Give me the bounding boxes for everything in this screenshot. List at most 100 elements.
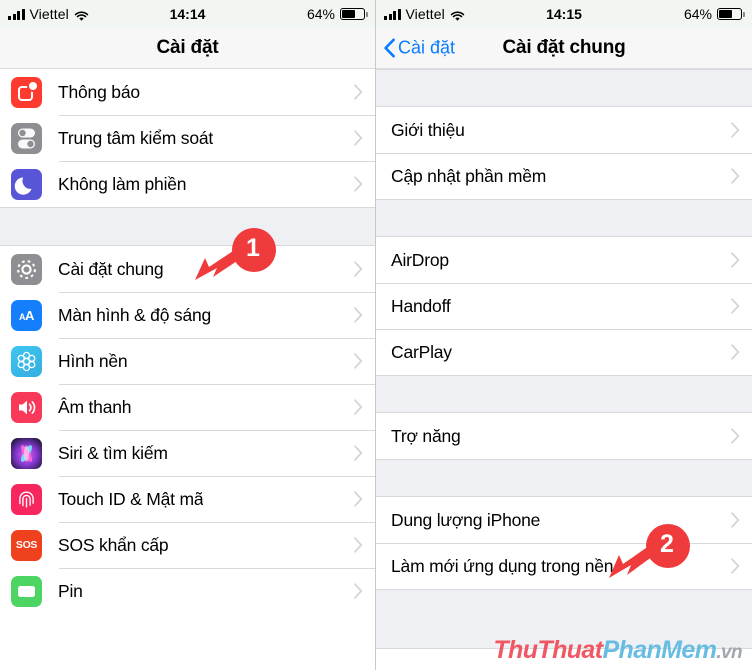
wallpaper-icon — [11, 345, 42, 377]
row-label: Không làm phiền — [58, 173, 187, 194]
chevron-right-icon — [354, 445, 363, 461]
list-group-separator — [376, 69, 752, 107]
sidebar-item-control-center[interactable]: Trung tâm kiểm soát — [0, 115, 375, 161]
row-label: Màn hình & độ sáng — [58, 304, 212, 325]
chevron-left-icon — [384, 38, 395, 58]
chevron-right-icon — [731, 168, 740, 184]
row-label: Siri & tìm kiếm — [58, 442, 168, 463]
row-label: Hình nền — [58, 350, 128, 371]
sidebar-item-do-not-disturb[interactable]: Không làm phiền — [0, 161, 375, 207]
status-bar-right: 64% — [306, 6, 368, 22]
chevron-right-icon — [731, 558, 740, 574]
row-label: Làm mới ứng dụng trong nền — [391, 555, 614, 576]
right-nav-bar: Cài đặt Cài đặt chung — [376, 28, 752, 69]
row-label: Cập nhật phần mềm — [391, 165, 547, 186]
do-not-disturb-icon — [11, 168, 42, 200]
row-label: Dung lượng iPhone — [391, 509, 541, 530]
chevron-right-icon — [731, 344, 740, 360]
general-settings-icon — [11, 253, 42, 285]
status-bar-left: Viettel — [8, 6, 89, 22]
chevron-right-icon — [354, 176, 363, 192]
left-status-bar: Viettel 14:14 64% — [0, 0, 375, 28]
chevron-right-icon — [731, 512, 740, 528]
chevron-right-icon — [354, 261, 363, 277]
battery-settings-icon — [11, 575, 42, 607]
row-label: SOS khẩn cấp — [58, 534, 169, 555]
chevron-right-icon — [354, 491, 363, 507]
settings-item-accessibility[interactable]: Trợ năng — [376, 413, 752, 459]
row-label: Trung tâm kiểm soát — [58, 127, 214, 148]
touch-id-icon — [11, 483, 42, 515]
page-title: Cài đặt — [156, 37, 219, 58]
sidebar-item-siri-search[interactable]: Siri & tìm kiếm — [0, 430, 375, 476]
watermark-part-2: PhanMem — [602, 636, 717, 664]
display-brightness-icon: AA — [11, 299, 42, 331]
battery-percent-label: 64% — [306, 6, 335, 22]
battery-icon — [340, 8, 368, 20]
chevron-right-icon — [731, 428, 740, 444]
settings-item-handoff[interactable]: Handoff — [376, 283, 752, 329]
sidebar-item-general[interactable]: Cài đặt chung — [0, 246, 375, 292]
battery-percent-label: 64% — [683, 6, 712, 22]
wifi-icon — [74, 9, 89, 21]
settings-item-carplay[interactable]: CarPlay — [376, 329, 752, 375]
page-title: Cài đặt chung — [502, 37, 626, 58]
settings-item-iphone-storage[interactable]: Dung lượng iPhone — [376, 497, 752, 543]
right-status-bar: Viettel 14:15 64% — [376, 0, 752, 28]
row-label: Giới thiệu — [391, 119, 465, 140]
chevron-right-icon — [354, 130, 363, 146]
chevron-right-icon — [731, 122, 740, 138]
sidebar-item-wallpaper[interactable]: Hình nền — [0, 338, 375, 384]
chevron-right-icon — [354, 583, 363, 599]
chevron-right-icon — [354, 353, 363, 369]
sounds-icon — [11, 391, 42, 423]
watermark-part-1: ThuThuat — [493, 636, 603, 664]
chevron-right-icon — [354, 307, 363, 323]
row-label: Handoff — [391, 295, 451, 316]
list-group-separator — [376, 199, 752, 237]
row-label: Cài đặt chung — [58, 258, 164, 279]
carrier-label: Viettel — [405, 6, 445, 22]
signal-bars-icon — [8, 8, 25, 20]
left-phone-screen: Viettel 14:14 64% Cài đặt Thông báo Trun… — [0, 0, 376, 670]
settings-item-about[interactable]: Giới thiệu — [376, 107, 752, 153]
emergency-sos-icon: SOS — [11, 529, 42, 561]
row-label: Pin — [58, 580, 83, 601]
row-label: Thông báo — [58, 81, 140, 102]
settings-item-background-app-refresh[interactable]: Làm mới ứng dụng trong nền — [376, 543, 752, 589]
sidebar-item-touch-id-passcode[interactable]: Touch ID & Mật mã — [0, 476, 375, 522]
sidebar-item-sounds[interactable]: Âm thanh — [0, 384, 375, 430]
settings-item-software-update[interactable]: Cập nhật phần mềm — [376, 153, 752, 199]
left-settings-list: Thông báo Trung tâm kiểm soát Không làm … — [0, 69, 375, 614]
left-nav-bar: Cài đặt — [0, 28, 375, 69]
notifications-icon — [11, 76, 42, 108]
row-label: CarPlay — [391, 341, 452, 362]
list-group-separator — [376, 459, 752, 497]
sidebar-item-emergency-sos[interactable]: SOS SOS khẩn cấp — [0, 522, 375, 568]
list-group-separator — [0, 207, 375, 246]
row-label: Trợ năng — [391, 425, 461, 446]
settings-item-airdrop[interactable]: AirDrop — [376, 237, 752, 283]
sidebar-item-battery[interactable]: Pin — [0, 568, 375, 614]
sidebar-item-notifications[interactable]: Thông báo — [0, 69, 375, 115]
back-button[interactable]: Cài đặt — [384, 38, 455, 59]
list-group-separator — [376, 375, 752, 413]
signal-bars-icon — [384, 8, 401, 20]
right-settings-list: Giới thiệu Cập nhật phần mềm AirDrop Han… — [376, 69, 752, 649]
chevron-right-icon — [354, 84, 363, 100]
battery-icon — [717, 8, 745, 20]
row-label: Âm thanh — [58, 396, 132, 417]
right-phone-screen: Viettel 14:15 64% Cài đặt Cài đặt chung — [376, 0, 752, 670]
chevron-right-icon — [354, 537, 363, 553]
sidebar-item-display-brightness[interactable]: AA Màn hình & độ sáng — [0, 292, 375, 338]
dual-screenshot-container: Viettel 14:14 64% Cài đặt Thông báo Trun… — [0, 0, 752, 670]
status-bar-right: 64% — [683, 6, 745, 22]
carrier-label: Viettel — [29, 6, 69, 22]
wifi-icon — [450, 9, 465, 21]
watermark: ThuThuatPhanMem.vn — [493, 636, 742, 665]
watermark-part-3: .vn — [716, 642, 742, 663]
chevron-right-icon — [731, 298, 740, 314]
chevron-right-icon — [354, 399, 363, 415]
back-button-label: Cài đặt — [398, 37, 456, 58]
siri-icon — [11, 437, 42, 469]
